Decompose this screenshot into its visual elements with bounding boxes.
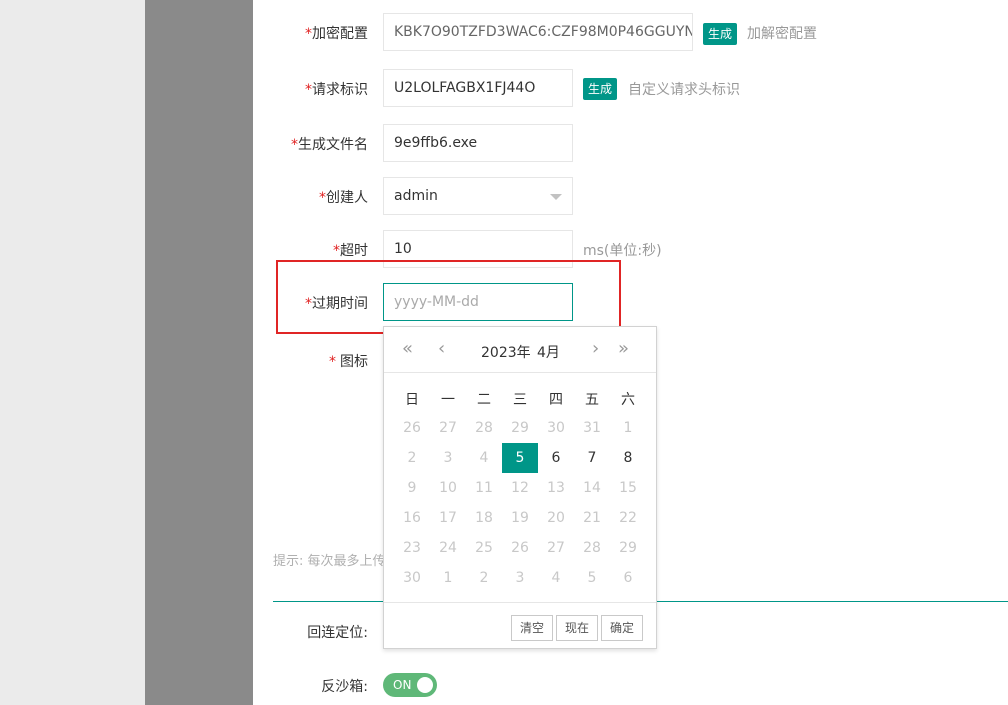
calendar-day: 28 — [583, 540, 601, 556]
calendar-day: 30 — [547, 420, 565, 436]
next-month-icon[interactable]: › — [592, 339, 599, 359]
calendar-day: 30 — [403, 570, 421, 586]
calendar-day: 4 — [479, 450, 489, 466]
weekday-label: 三 — [513, 392, 527, 408]
day-grid: 26 27 28 29 30 31 1 2 3 4 5 6 7 8 9 10 11 12 13 14 15 16 17 18 1… — [394, 413, 646, 593]
calendar-day: 19 — [511, 510, 529, 526]
date-picker: « ‹ 2023年 4月 › » 日一二三四五六 26 27 28 29 30 31 1 2 3… — [383, 326, 657, 649]
calendar-week: 30 1 2 3 4 5 6 — [394, 563, 646, 593]
calendar-day: 2 — [407, 450, 417, 466]
request-id-generate-button[interactable]: 生成 — [583, 78, 618, 100]
calendar-day: 11 — [475, 480, 493, 496]
calendar-day: 23 — [403, 540, 421, 556]
weekday-label: 五 — [585, 392, 599, 408]
calendar-day: 9 — [407, 480, 417, 496]
calendar-day: 26 — [511, 540, 529, 556]
creator-value: admin — [394, 188, 438, 204]
encrypt-config-input[interactable]: KBK7O90TZFD3WAC6:CZF98M0P46GGUYNK — [383, 13, 693, 51]
calendar-day: 29 — [511, 420, 529, 436]
calendar-day: 28 — [475, 420, 493, 436]
calendar-day: 13 — [547, 480, 565, 496]
calendar-day: 3 — [443, 450, 453, 466]
calendar-week: 16 17 18 19 20 21 22 — [394, 503, 646, 533]
reconnect-label: 回连定位: — [307, 625, 368, 641]
calendar-day: 21 — [583, 510, 601, 526]
calendar-day: 14 — [583, 480, 601, 496]
now-button[interactable]: 现在 — [556, 615, 599, 641]
prev-month-icon[interactable]: ‹ — [438, 339, 445, 359]
weekday-label: 二 — [477, 392, 491, 408]
calendar-day: 12 — [511, 480, 529, 496]
request-id-input[interactable]: U2LOLFAGBX1FJ44O — [383, 69, 573, 107]
calendar-day: 1 — [623, 420, 633, 436]
chevron-down-icon — [550, 194, 562, 200]
clear-button[interactable]: 清空 — [511, 615, 554, 641]
calendar-week: 2 3 45678 — [394, 443, 646, 473]
calendar-day: 17 — [439, 510, 457, 526]
switch-label: ON — [393, 678, 412, 692]
picker-header: « ‹ 2023年 4月 › » — [384, 327, 656, 373]
required-mark: * — [305, 26, 312, 42]
creator-select[interactable]: admin — [383, 177, 573, 215]
calendar-day: 6 — [623, 570, 633, 586]
calendar-day: 3 — [515, 570, 525, 586]
weekday-header: 日一二三四五六 — [394, 389, 646, 409]
calendar-day: 15 — [619, 480, 637, 496]
encrypt-generate-button[interactable]: 生成 — [703, 23, 738, 45]
sandbox-label: 反沙箱: — [321, 679, 368, 695]
encrypt-config-hint: 加解密配置 — [747, 26, 817, 42]
weekday-label: 一 — [441, 392, 455, 408]
calendar-day: 20 — [547, 510, 565, 526]
filename-input[interactable]: 9e9ffb6.exe — [383, 124, 573, 162]
calendar-day: 26 — [403, 420, 421, 436]
calendar-day: 27 — [439, 420, 457, 436]
calendar-week: 9 10 11 12 13 14 15 — [394, 473, 646, 503]
calendar-day: 27 — [547, 540, 565, 556]
upload-tip: 提示: 每次最多上传 — [273, 554, 386, 569]
calendar-week: 23 24 25 26 27 28 29 — [394, 533, 646, 563]
calendar-day-selected[interactable]: 5 — [502, 443, 538, 473]
calendar-day[interactable]: 7 — [574, 443, 610, 473]
calendar-day: 10 — [439, 480, 457, 496]
picker-footer: 清空 现在 确定 — [384, 602, 656, 648]
calendar-day: 24 — [439, 540, 457, 556]
picker-year[interactable]: 2023年 — [481, 342, 531, 362]
anti-sandbox-switch[interactable]: ON — [383, 673, 437, 697]
confirm-button[interactable]: 确定 — [601, 615, 644, 641]
icon-label: * 图标 — [329, 354, 368, 370]
filename-label: *生成文件名 — [291, 137, 368, 153]
switch-knob — [417, 677, 433, 693]
calendar-day: 5 — [587, 570, 597, 586]
modal-overlay — [145, 0, 253, 705]
calendar-day: 18 — [475, 510, 493, 526]
timeout-unit: ms(单位:秒) — [583, 243, 662, 259]
request-id-hint: 自定义请求头标识 — [628, 82, 740, 98]
calendar-day[interactable]: 6 — [538, 443, 574, 473]
expiry-label: *过期时间 — [305, 296, 368, 312]
calendar-day: 29 — [619, 540, 637, 556]
creator-label: *创建人 — [319, 190, 368, 206]
prev-year-icon[interactable]: « — [402, 339, 413, 359]
calendar-day: 22 — [619, 510, 637, 526]
picker-month[interactable]: 4月 — [537, 342, 560, 362]
expiry-date-input[interactable]: yyyy-MM-dd — [383, 283, 573, 321]
calendar-day: 2 — [479, 570, 489, 586]
request-id-label: *请求标识 — [305, 82, 368, 98]
calendar-day: 4 — [551, 570, 561, 586]
page-background — [0, 0, 145, 705]
calendar-day: 1 — [443, 570, 453, 586]
calendar-day: 25 — [475, 540, 493, 556]
weekday-label: 六 — [621, 392, 635, 408]
calendar-week: 26 27 28 29 30 31 1 — [394, 413, 646, 443]
next-year-icon[interactable]: » — [618, 339, 629, 359]
calendar-day: 16 — [403, 510, 421, 526]
encrypt-config-label: *加密配置 — [305, 26, 368, 42]
timeout-label: *超时 — [333, 243, 368, 259]
calendar-day: 31 — [583, 420, 601, 436]
weekday-label: 四 — [549, 392, 563, 408]
weekday-label: 日 — [405, 392, 419, 408]
calendar-day[interactable]: 8 — [610, 443, 646, 473]
